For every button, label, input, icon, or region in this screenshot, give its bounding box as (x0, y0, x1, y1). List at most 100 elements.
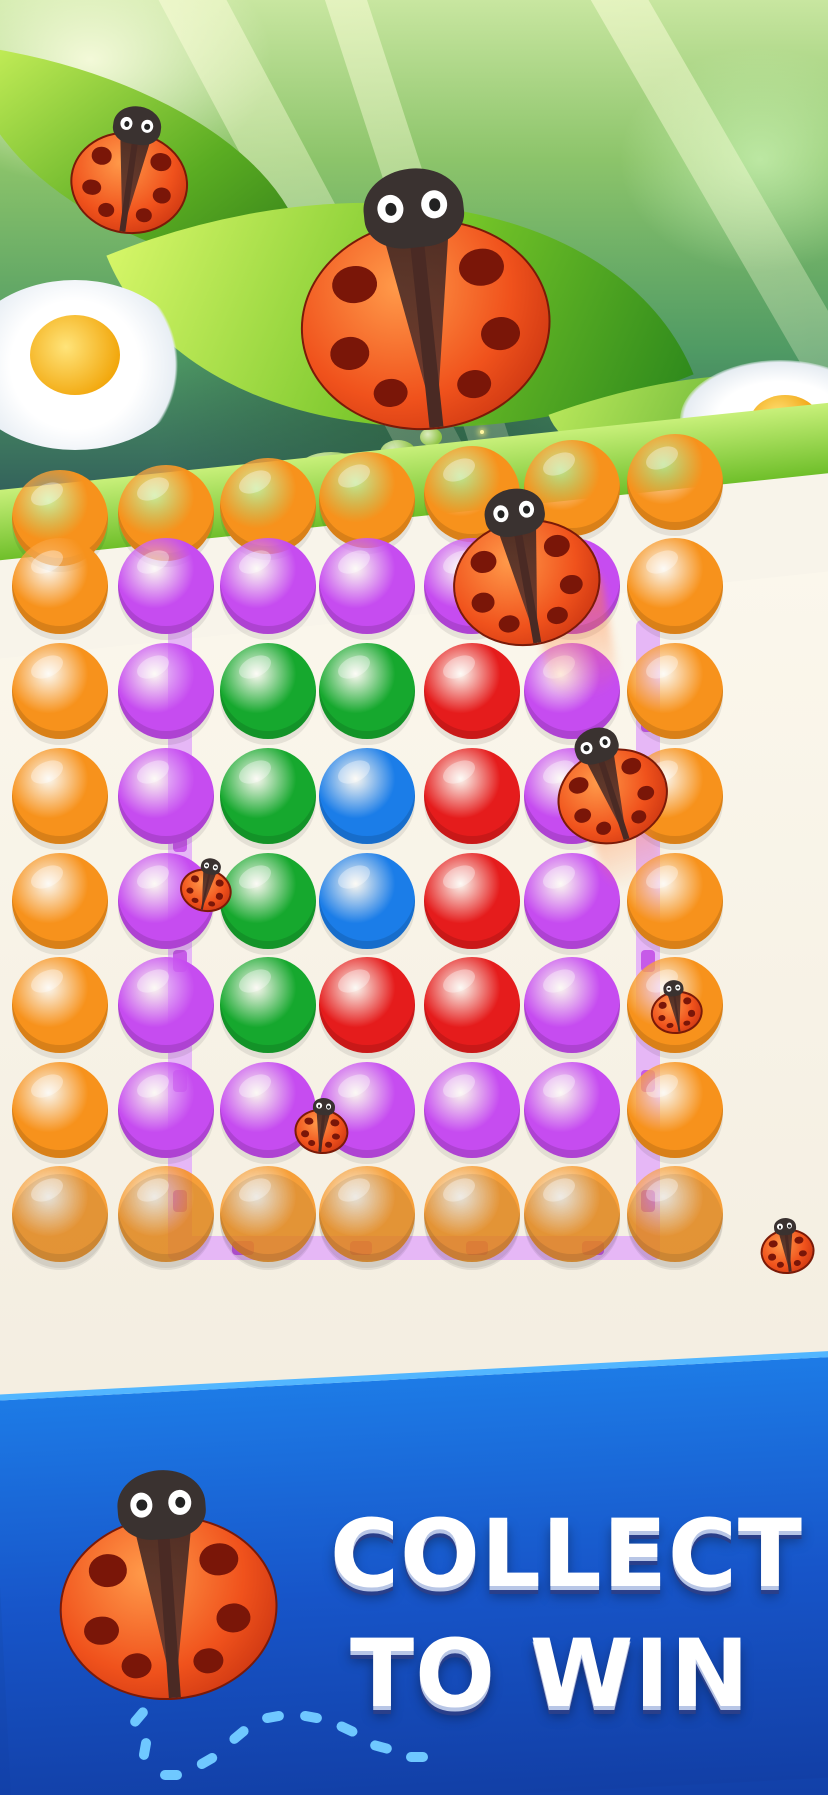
dot-highlight (27, 964, 67, 998)
dot-highlight (235, 860, 275, 894)
dot-red[interactable] (424, 748, 520, 852)
ladybug-eye (674, 984, 681, 991)
ladybug-spot (497, 613, 521, 635)
ladybug-spot (151, 186, 173, 205)
dot-purple[interactable] (118, 748, 214, 852)
ladybug-spot (83, 1615, 120, 1647)
dot-highlight (133, 755, 173, 789)
ladybug-eye (325, 1103, 332, 1110)
dot-green[interactable] (220, 748, 316, 852)
dot-highlight (439, 1173, 479, 1207)
dot-highlight (439, 1069, 479, 1103)
dot-orange[interactable] (220, 1166, 316, 1270)
dot-green[interactable] (220, 957, 316, 1061)
dot-highlight (235, 650, 275, 684)
dot-orange[interactable] (12, 957, 108, 1061)
dot-orange[interactable] (12, 538, 108, 642)
dot-red[interactable] (424, 643, 520, 747)
ladybug-spot (87, 1553, 129, 1589)
dot-orange[interactable] (12, 748, 108, 852)
dot-blue[interactable] (319, 748, 415, 852)
dot-purple[interactable] (118, 957, 214, 1061)
dot-highlight (539, 860, 579, 894)
ladybug-eye (517, 499, 536, 520)
ladybug-spot (149, 152, 173, 173)
dot-purple[interactable] (220, 538, 316, 642)
dot-orange[interactable] (627, 538, 723, 642)
ladybug-eye (776, 1223, 784, 1230)
ladybug-spot (767, 1253, 777, 1261)
dot-purple[interactable] (424, 1062, 520, 1166)
ladybug-spot (300, 1130, 310, 1138)
dot-blue[interactable] (319, 853, 415, 957)
dot-orange[interactable] (118, 1166, 214, 1270)
dot-highlight (642, 441, 682, 475)
dot-purple[interactable] (118, 538, 214, 642)
dot-highlight (539, 447, 579, 481)
dot-purple[interactable] (524, 1062, 620, 1166)
ladybug-spot (328, 335, 371, 373)
dot-purple[interactable] (118, 643, 214, 747)
ladybug-spot (542, 533, 572, 560)
ladybug-spot (657, 1014, 667, 1022)
dot-highlight (439, 755, 479, 789)
ladybug-spot (331, 1132, 341, 1141)
dot-purple[interactable] (118, 1062, 214, 1166)
dot-highlight (334, 964, 374, 998)
ladybug-spot (192, 1647, 225, 1675)
ladybug-spot (776, 1261, 785, 1269)
dot-highlight (27, 1069, 67, 1103)
ladybug-spot (214, 892, 224, 901)
ladybug-spot (798, 1249, 808, 1257)
dot-orange-top-row[interactable] (627, 434, 723, 538)
ladybug-icon (175, 853, 238, 917)
dot-orange[interactable] (12, 1062, 108, 1166)
ladybug-eye (578, 740, 594, 757)
ladybug-spot (619, 755, 644, 778)
ladybug-spot (81, 178, 102, 197)
dot-orange-top-row[interactable] (319, 452, 415, 556)
dot-highlight (334, 1069, 374, 1103)
dot-green[interactable] (220, 643, 316, 747)
ladybug-eye (665, 985, 672, 992)
dot-highlight (334, 545, 374, 579)
ladybug-spot (191, 897, 200, 904)
dot-highlight (439, 860, 479, 894)
dot-orange[interactable] (12, 1166, 108, 1270)
ladybug-head (115, 1467, 208, 1543)
ladybug-icon (757, 1215, 817, 1277)
ladybug-icon (285, 156, 562, 443)
dot-orange[interactable] (12, 853, 108, 957)
ladybug-eye (140, 118, 155, 134)
dot-orange[interactable] (524, 1166, 620, 1270)
dot-green[interactable] (319, 643, 415, 747)
dot-orange[interactable] (424, 1166, 520, 1270)
dot-orange[interactable] (319, 1166, 415, 1270)
dot-red[interactable] (319, 957, 415, 1061)
dot-orange[interactable] (627, 1166, 723, 1270)
ladybug-spot (594, 820, 613, 837)
dot-red[interactable] (424, 853, 520, 957)
ladybug-eye (316, 1102, 323, 1109)
ladybug-spot (457, 246, 506, 289)
dot-purple[interactable] (524, 957, 620, 1061)
dot-highlight (334, 755, 374, 789)
ladybug-spot (90, 145, 114, 167)
dot-highlight (133, 964, 173, 998)
dot-highlight (133, 1173, 173, 1207)
dot-highlight (539, 964, 579, 998)
ladybug-spot (190, 874, 201, 884)
dot-purple[interactable] (319, 538, 415, 642)
dot-highlight (334, 459, 374, 493)
ladybug-icon (50, 1463, 284, 1708)
dot-orange[interactable] (627, 1062, 723, 1166)
dot-red[interactable] (424, 957, 520, 1061)
ladybug-spot (479, 315, 523, 353)
ladybug-spot (557, 573, 585, 597)
ladybug-spot (120, 1652, 153, 1680)
dot-orange[interactable] (12, 643, 108, 747)
ladybug-eye (203, 861, 210, 869)
dot-highlight (133, 545, 173, 579)
ladybug-spot (198, 1541, 240, 1577)
ladybug-spot (794, 1235, 804, 1245)
